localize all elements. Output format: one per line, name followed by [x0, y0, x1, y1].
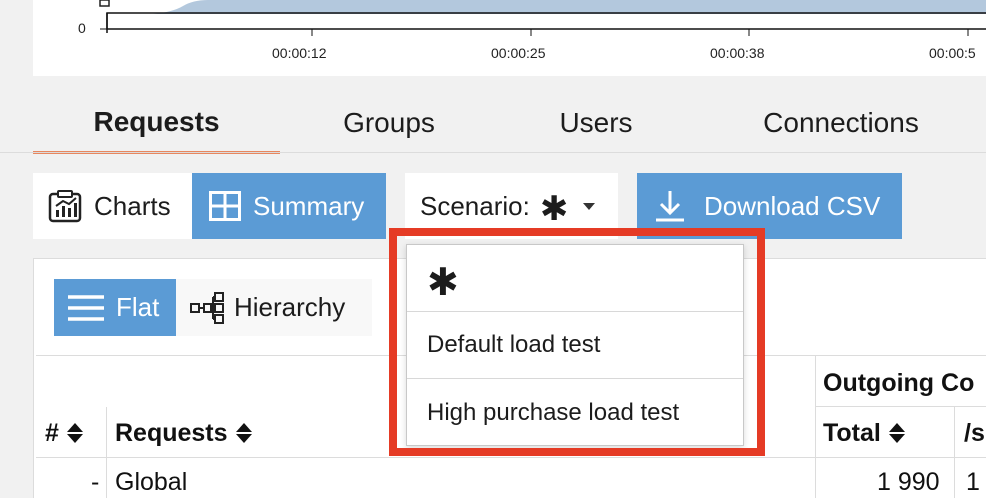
summary-label: Summary: [253, 190, 365, 221]
group-header-border: [815, 406, 986, 407]
flat-label: Flat: [116, 292, 160, 322]
data-point-marker: [99, 0, 110, 7]
highlight-box: [389, 228, 765, 456]
view-mode-toggle: Flat Hierarchy: [54, 279, 372, 336]
charts-button[interactable]: Charts: [33, 173, 192, 239]
scenario-label: Scenario:: [420, 190, 530, 221]
x-tick-label: 00:00:5: [929, 45, 976, 61]
chevron-down-icon: [583, 202, 596, 210]
list-icon: [68, 294, 104, 321]
column-divider: [815, 355, 816, 498]
row-num: -: [91, 468, 100, 496]
column-header-label: Total: [823, 418, 881, 447]
column-divider: [106, 407, 107, 498]
tab-requests[interactable]: Requests: [33, 92, 280, 154]
charts-label: Charts: [94, 190, 171, 221]
group-header-outgoing: Outgoing Co: [823, 368, 975, 397]
flat-button[interactable]: Flat: [54, 279, 176, 336]
chart-icon: [48, 190, 82, 223]
summary-button[interactable]: Summary: [192, 173, 386, 239]
row-total: 1 990: [877, 468, 940, 496]
timeline-chart: [99, 0, 986, 36]
x-tick-label: 00:00:38: [710, 45, 765, 61]
hierarchy-button[interactable]: Hierarchy: [176, 279, 372, 336]
column-header-label: Requests: [115, 418, 228, 447]
sort-icon: [66, 423, 83, 443]
hierarchy-label: Hierarchy: [234, 292, 346, 322]
area-series: [138, 0, 986, 14]
row-rate: 1: [966, 468, 980, 496]
row-name: Global: [115, 468, 188, 496]
sort-icon: [888, 423, 905, 443]
column-header-num[interactable]: #: [45, 415, 83, 451]
view-toggle: Charts Summary: [33, 173, 386, 239]
x-tick-label: 00:00:12: [272, 45, 327, 61]
tabs-divider: [0, 152, 986, 153]
download-icon: [656, 191, 684, 222]
download-label: Download CSV: [704, 190, 881, 221]
report-tabs: Requests Groups Users Connections: [33, 92, 986, 154]
chart-card: 0 00:00:12 00:00:25 00:00:38 00:00:5: [33, 0, 986, 76]
sort-icon: [235, 423, 252, 443]
tab-groups[interactable]: Groups: [280, 92, 498, 154]
y-tick-label: 0: [78, 20, 86, 36]
table-icon: [209, 191, 241, 221]
scenario-selected-value: ✱: [539, 190, 569, 228]
column-header-total[interactable]: Total: [823, 415, 905, 451]
hierarchy-icon: [190, 291, 224, 324]
column-header-rate[interactable]: /s: [964, 415, 985, 451]
tab-connections[interactable]: Connections: [694, 92, 986, 154]
column-header-label: #: [45, 418, 59, 447]
column-header-requests[interactable]: Requests: [115, 415, 252, 451]
column-divider: [954, 407, 955, 498]
table-header-border: [36, 457, 986, 458]
tab-users[interactable]: Users: [498, 92, 694, 154]
x-tick-label: 00:00:25: [491, 45, 546, 61]
plot-frame: [106, 12, 986, 30]
